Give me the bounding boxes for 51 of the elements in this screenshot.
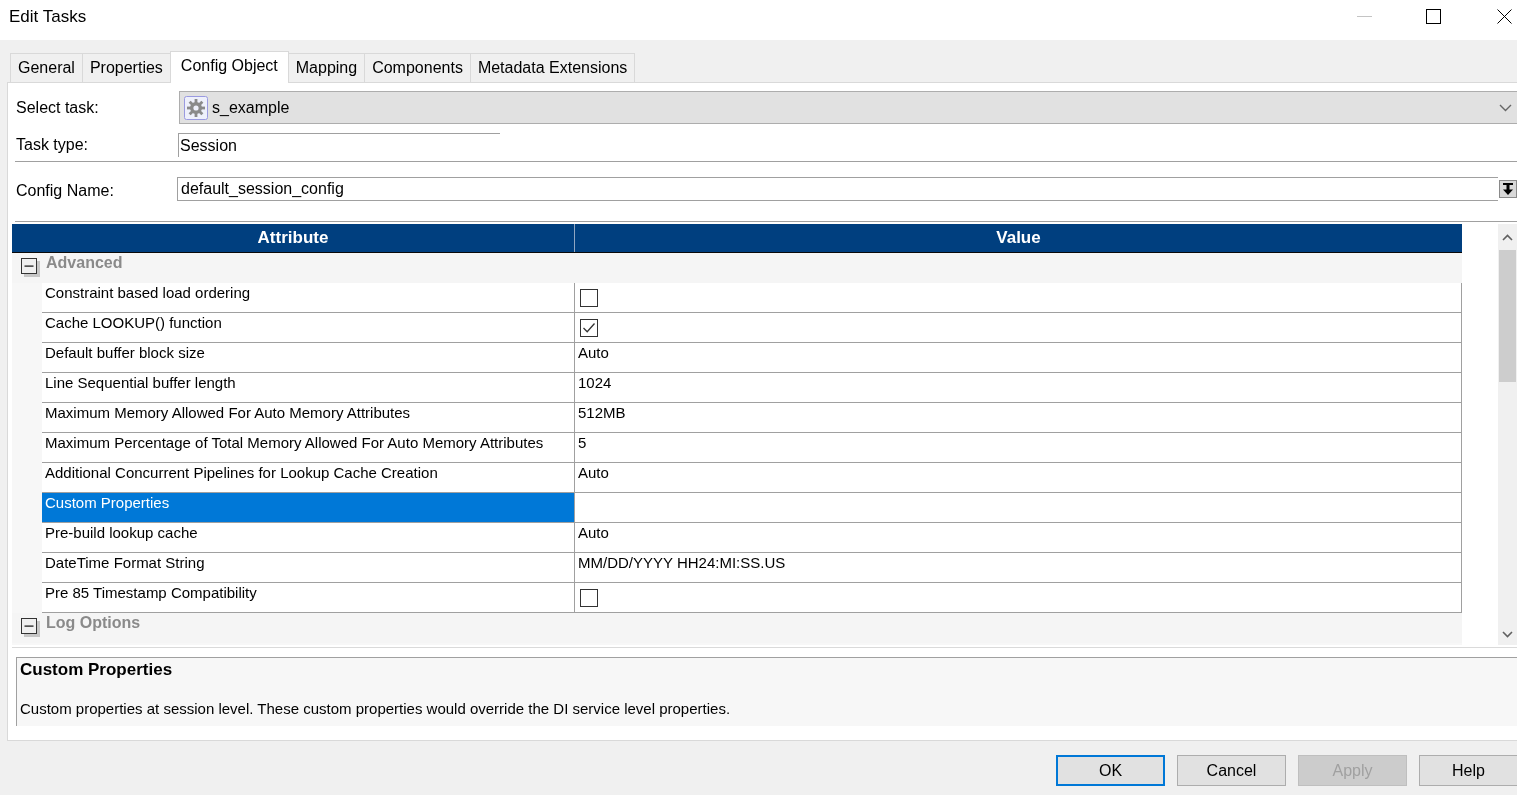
- table-cell[interactable]: Custom Properties: [42, 493, 575, 523]
- scrollbar[interactable]: [1498, 224, 1517, 645]
- table-cell: MM/DD/YYYY HH24:MI:SS.US: [575, 553, 1462, 583]
- table-cell: 512MB: [575, 403, 1462, 433]
- chevron-up-icon[interactable]: [1502, 233, 1513, 241]
- table-cell: 1024: [575, 373, 1462, 403]
- chevron-down-icon[interactable]: [1502, 630, 1513, 638]
- tab[interactable]: General: [10, 53, 83, 82]
- task-dropdown[interactable]: s_example: [179, 91, 1517, 124]
- table-cell: 5: [575, 433, 1462, 463]
- checkbox[interactable]: [580, 319, 598, 337]
- field-label: Select task:: [16, 97, 100, 118]
- group-name: Log Options: [46, 613, 141, 633]
- tab[interactable]: Metadata Extensions: [469, 53, 636, 82]
- table-cell[interactable]: Additional Concurrent Pipelines for Lookup Cache Creation: [42, 463, 575, 493]
- dialog-button[interactable]: OK: [1056, 755, 1165, 786]
- description-text: Custom properties at session level. These custom properties would override the DI service level properties.: [20, 699, 732, 719]
- table-cell[interactable]: Line Sequential buffer length: [42, 373, 575, 403]
- table-cell: Auto: [575, 523, 1462, 553]
- field-label: Task type:: [16, 135, 90, 155]
- arrow-down-icon[interactable]: [1499, 180, 1517, 198]
- close-icon[interactable]: [1497, 9, 1512, 24]
- group-name: Advanced: [46, 253, 123, 273]
- description-title: Custom Properties: [20, 660, 174, 680]
- window-title: Edit Tasks: [9, 7, 87, 27]
- tab[interactable]: Config Object: [169, 51, 289, 83]
- table-cell[interactable]: Pre-build lookup cache: [42, 523, 575, 553]
- field-label: Config Name:: [16, 181, 115, 201]
- table-cell[interactable]: Pre 85 Timestamp Compatibility: [42, 583, 575, 613]
- column-header: Value: [995, 227, 1042, 249]
- table-cell[interactable]: Cache LOOKUP() function: [42, 313, 575, 343]
- table-cell[interactable]: DateTime Format String: [42, 553, 575, 583]
- chevron-down-icon: [1499, 103, 1512, 112]
- table-cell[interactable]: Constraint based load ordering: [42, 283, 575, 313]
- dialog-button[interactable]: Cancel: [1177, 755, 1286, 786]
- table-cell: Auto: [575, 463, 1462, 493]
- maximize-icon[interactable]: [1426, 9, 1441, 24]
- minus-box-icon[interactable]: [21, 258, 40, 277]
- table-cell: Auto: [575, 343, 1462, 373]
- checkbox[interactable]: [580, 589, 598, 607]
- column-header: Attribute: [12, 224, 575, 252]
- config-name-field[interactable]: default_session_config: [177, 177, 1498, 201]
- minus-box-icon[interactable]: [21, 618, 40, 637]
- dialog-button[interactable]: Help: [1419, 755, 1517, 786]
- task-type-field[interactable]: Session: [178, 133, 500, 157]
- gear-icon: [184, 95, 208, 120]
- scrollbar-thumb[interactable]: [1499, 250, 1516, 382]
- checkbox[interactable]: [580, 289, 598, 307]
- table-cell[interactable]: Maximum Percentage of Total Memory Allowed For Auto Memory Attributes: [42, 433, 575, 463]
- table-cell[interactable]: Maximum Memory Allowed For Auto Memory Attributes: [42, 403, 575, 433]
- table-cell[interactable]: Default buffer block size: [42, 343, 575, 373]
